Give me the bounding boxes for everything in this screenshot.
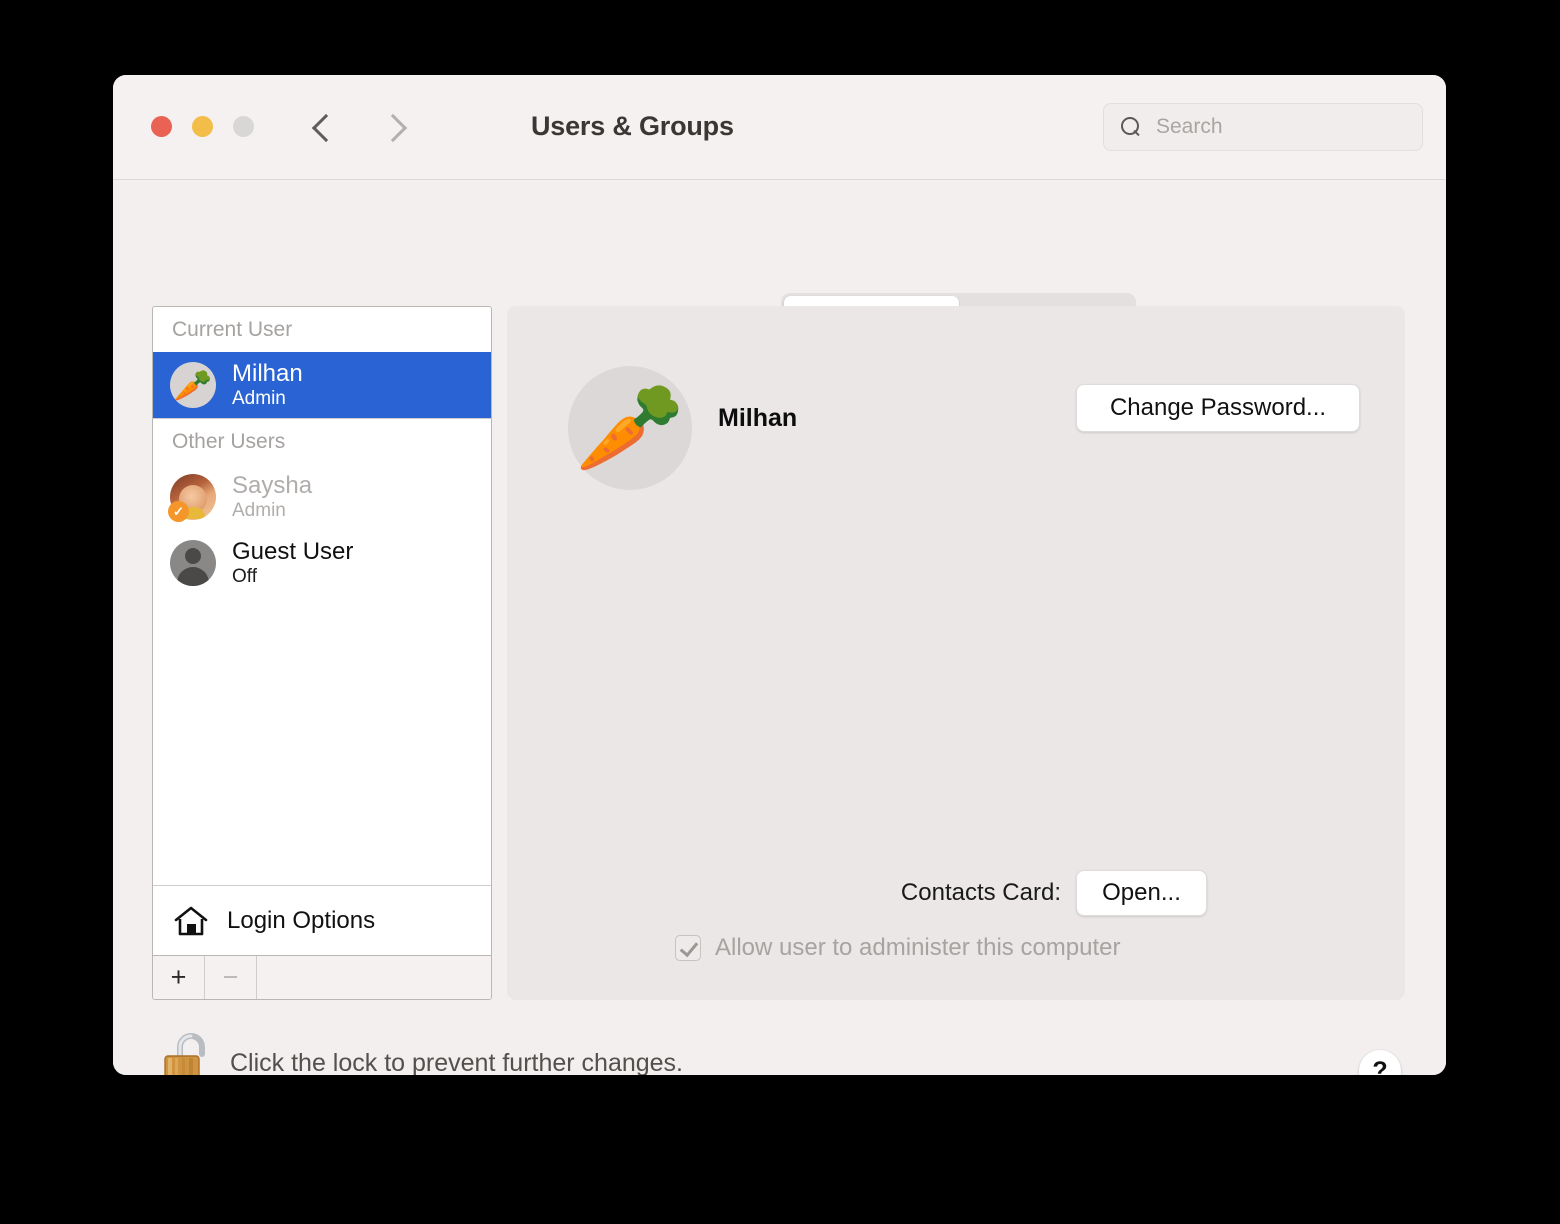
group-header-other-users: Other Users xyxy=(172,430,286,453)
generic-person-icon xyxy=(170,540,216,586)
users-list-sidebar: Current User 🥕 Milhan Admin Other Users xyxy=(152,306,492,1000)
unlocked-padlock-icon[interactable] xyxy=(160,1030,216,1075)
users-list: Current User 🥕 Milhan Admin Other Users xyxy=(153,307,491,887)
checkmark-badge-icon: ✓ xyxy=(168,501,189,522)
user-name: Guest User xyxy=(232,537,354,565)
zoom-window-button[interactable] xyxy=(233,116,254,137)
home-icon xyxy=(173,905,209,937)
traffic-light-controls xyxy=(151,116,254,137)
group-header-current-user: Current User xyxy=(172,318,293,341)
help-button[interactable]: ? xyxy=(1359,1050,1401,1075)
user-avatar-large[interactable]: 🥕 xyxy=(568,366,692,490)
screen: Users & Groups Search Current User 🥕 Mil… xyxy=(0,0,1560,1224)
users-and-groups-window: Users & Groups Search Current User 🥕 Mil… xyxy=(113,75,1446,1075)
minimize-window-button[interactable] xyxy=(192,116,213,137)
user-name: Milhan xyxy=(232,359,303,387)
remove-user-button[interactable]: − xyxy=(205,956,257,999)
user-text: Saysha Admin xyxy=(232,471,313,521)
open-contacts-card-button[interactable]: Open... xyxy=(1076,870,1207,916)
user-text: Milhan Admin xyxy=(232,359,303,409)
allow-admin-checkbox[interactable] xyxy=(675,935,701,961)
user-name: Saysha xyxy=(232,471,313,499)
back-chevron-icon[interactable] xyxy=(311,109,337,145)
user-role: Off xyxy=(232,565,257,587)
panel-user-name: Milhan xyxy=(718,404,798,432)
search-field[interactable]: Search xyxy=(1103,103,1423,151)
forward-chevron-icon[interactable] xyxy=(381,109,407,145)
user-text: Guest User Off xyxy=(232,537,354,587)
change-password-button[interactable]: Change Password... xyxy=(1076,384,1360,432)
avatar: 🥕 xyxy=(170,362,216,408)
contacts-card-label: Contacts Card: xyxy=(900,879,1061,906)
allow-admin-label: Allow user to administer this computer xyxy=(715,934,1121,961)
user-row-milhan[interactable]: 🥕 Milhan Admin xyxy=(153,352,491,418)
window-body: Current User 🥕 Milhan Admin Other Users xyxy=(113,181,1446,1075)
navigation-buttons xyxy=(311,109,407,145)
close-window-button[interactable] xyxy=(151,116,172,137)
search-placeholder: Search xyxy=(1156,115,1223,138)
lock-status-text: Click the lock to prevent further change… xyxy=(230,1049,684,1075)
window-titlebar: Users & Groups Search xyxy=(113,75,1446,180)
contacts-card-row: Contacts Card: Open... xyxy=(507,870,1207,916)
admin-checkbox-row[interactable]: Allow user to administer this computer xyxy=(675,934,1121,962)
user-row-saysha[interactable]: ✓ Saysha Admin xyxy=(153,464,491,530)
login-options-label: Login Options xyxy=(227,906,376,934)
password-panel: 🥕 Milhan Change Password... Contacts Car… xyxy=(507,306,1405,1000)
avatar xyxy=(170,540,216,586)
bunny-memoji-icon: 🥕 xyxy=(170,362,216,408)
search-icon xyxy=(1121,117,1141,137)
page-title: Users & Groups xyxy=(531,111,734,141)
list-toolbar: + − xyxy=(153,955,491,999)
add-user-button[interactable]: + xyxy=(153,956,205,999)
sidebar-item-login-options[interactable]: Login Options xyxy=(153,885,491,955)
user-row-guest-user[interactable]: Guest User Off xyxy=(153,530,491,596)
avatar: ✓ xyxy=(168,474,216,522)
user-role: Admin xyxy=(232,387,286,409)
user-role: Admin xyxy=(232,499,286,521)
